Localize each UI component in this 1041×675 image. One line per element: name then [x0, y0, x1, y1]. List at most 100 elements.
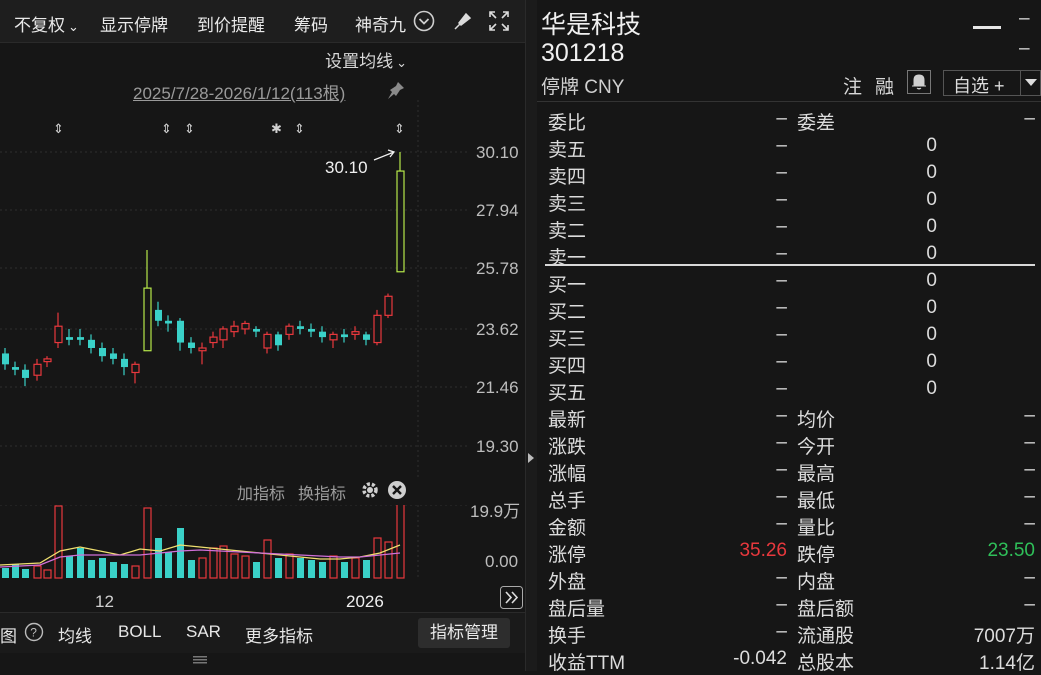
stat-value: – — [1024, 486, 1035, 507]
volume-bar — [297, 558, 304, 578]
stat-label: 最新 — [548, 410, 587, 431]
candle-body — [198, 347, 207, 352]
level-volume: 0 — [926, 297, 937, 318]
candle-body — [77, 337, 84, 340]
partial-tab[interactable]: 图 — [0, 622, 17, 647]
fullscreen-icon[interactable] — [487, 9, 511, 33]
level-label: 买二 — [548, 302, 587, 323]
tab-ma[interactable]: 均线 — [58, 622, 92, 647]
last-price-annotation: 30.10 — [325, 158, 368, 177]
level-price: – — [776, 297, 787, 318]
candle-body — [253, 328, 260, 332]
volume-bar — [43, 569, 52, 579]
pin-icon[interactable] — [386, 80, 406, 100]
candle-body — [165, 320, 172, 324]
tab-more-indicators[interactable]: 更多指标 — [245, 622, 313, 647]
event-marker-icon: ⇕ — [184, 121, 195, 136]
candle-body — [297, 326, 304, 329]
candle-body — [177, 320, 184, 343]
level-price: – — [776, 243, 787, 264]
chevron-down-icon: ⌄ — [396, 55, 407, 70]
price-axis-label: 19.30 — [476, 437, 519, 456]
volume-bar — [396, 505, 405, 579]
stock-status: 停牌 CNY — [541, 77, 625, 98]
candle-body — [373, 314, 382, 344]
tab-sar[interactable]: SAR — [186, 622, 221, 642]
price-axis-label: 30.10 — [476, 143, 519, 162]
chevron-circle-down-icon[interactable] — [412, 9, 436, 33]
bell-icon[interactable] — [907, 70, 931, 94]
event-markers: ⇕ ⇕ ⇕ ✱ ⇕ ⇕ — [53, 121, 405, 136]
volume-bar — [22, 569, 29, 578]
stat-label: 金额 — [548, 518, 587, 539]
price-alert-button[interactable]: 到价提醒 — [197, 11, 265, 36]
stat-value: – — [776, 513, 787, 534]
stat-label: 换手 — [548, 626, 587, 647]
volume-bar — [285, 553, 294, 579]
weibi-value: – — [776, 108, 787, 129]
bid-ask-divider — [545, 264, 1035, 266]
candle-body — [131, 363, 140, 374]
button-divider — [1020, 71, 1021, 95]
candle-body — [341, 334, 348, 338]
volume-bar — [230, 553, 239, 579]
stat-value: 7007万 — [973, 626, 1035, 647]
level-price: – — [776, 351, 787, 372]
collapse-arrow-icon[interactable] — [527, 452, 535, 464]
indicator-tab-bar: 图 ? 均线 BOLL SAR 更多指标 指标管理 — [0, 612, 525, 653]
event-marker-icon: ⇕ — [161, 121, 172, 136]
help-icon[interactable]: ? — [24, 622, 44, 642]
stat-value: – — [776, 594, 787, 615]
arrow-icon — [373, 149, 396, 161]
show-halt-button[interactable]: 显示停牌 — [100, 11, 168, 36]
event-marker-icon: ⇕ — [394, 121, 405, 136]
volume-bar — [143, 507, 152, 579]
x-axis-label: 12 — [95, 592, 114, 611]
stat-value: – — [776, 459, 787, 480]
gear-icon[interactable] — [360, 480, 380, 500]
level-volume: 0 — [926, 216, 937, 237]
swap-indicator-button[interactable]: 换指标 — [298, 480, 346, 504]
stat-label: 流通股 — [797, 626, 855, 647]
close-icon[interactable] — [387, 480, 407, 500]
stat-value: – — [1024, 594, 1035, 615]
candlestick-chart[interactable]: ⇕ ⇕ ⇕ ✱ ⇕ ⇕ 30.10 — [0, 100, 470, 480]
caret-down-icon[interactable] — [1025, 79, 1037, 87]
margin-flag-zhu: 注 — [843, 77, 863, 98]
volume-chart[interactable] — [0, 505, 470, 580]
level-volume: 0 — [926, 189, 937, 210]
level-volume: 0 — [926, 324, 937, 345]
expand-right-icon[interactable] — [500, 586, 523, 609]
candle-body — [12, 367, 19, 370]
level-price: – — [776, 135, 787, 156]
candle-body — [143, 287, 152, 352]
resize-grip-icon[interactable] — [193, 654, 207, 664]
magic-nine-button[interactable]: 神奇九 — [355, 11, 406, 36]
level-volume: 0 — [926, 162, 937, 183]
volume-bars-group — [2, 505, 405, 579]
volume-bar — [241, 555, 250, 579]
add-watchlist-button[interactable]: 自选 + — [943, 70, 1041, 96]
ma-setting-dropdown[interactable]: 设置均线 ⌄ — [325, 47, 407, 72]
dash-icon — [973, 26, 1001, 29]
draw-brush-icon[interactable] — [450, 9, 474, 33]
level-label: 买一 — [548, 275, 587, 296]
stat-label: 量比 — [797, 518, 836, 539]
chips-button[interactable]: 筹码 — [294, 11, 328, 36]
svg-text:?: ? — [30, 626, 37, 640]
volume-bar — [121, 564, 128, 578]
volume-bar — [54, 505, 63, 579]
event-marker-icon: ✱ — [271, 121, 282, 136]
stat-label: 内盘 — [797, 572, 836, 593]
event-marker-icon: ⇕ — [294, 121, 305, 136]
adjust-dropdown[interactable]: 不复权 ⌄ — [14, 11, 79, 36]
stat-label: 外盘 — [548, 572, 587, 593]
volume-bar — [177, 528, 184, 578]
tab-boll[interactable]: BOLL — [118, 622, 161, 642]
volume-bar — [341, 562, 348, 578]
level-volume: 0 — [926, 243, 937, 264]
indicator-manage-button[interactable]: 指标管理 — [418, 618, 510, 648]
volume-bar — [384, 541, 393, 579]
volume-bar — [66, 556, 73, 578]
add-indicator-button[interactable]: 加指标 — [237, 480, 285, 504]
